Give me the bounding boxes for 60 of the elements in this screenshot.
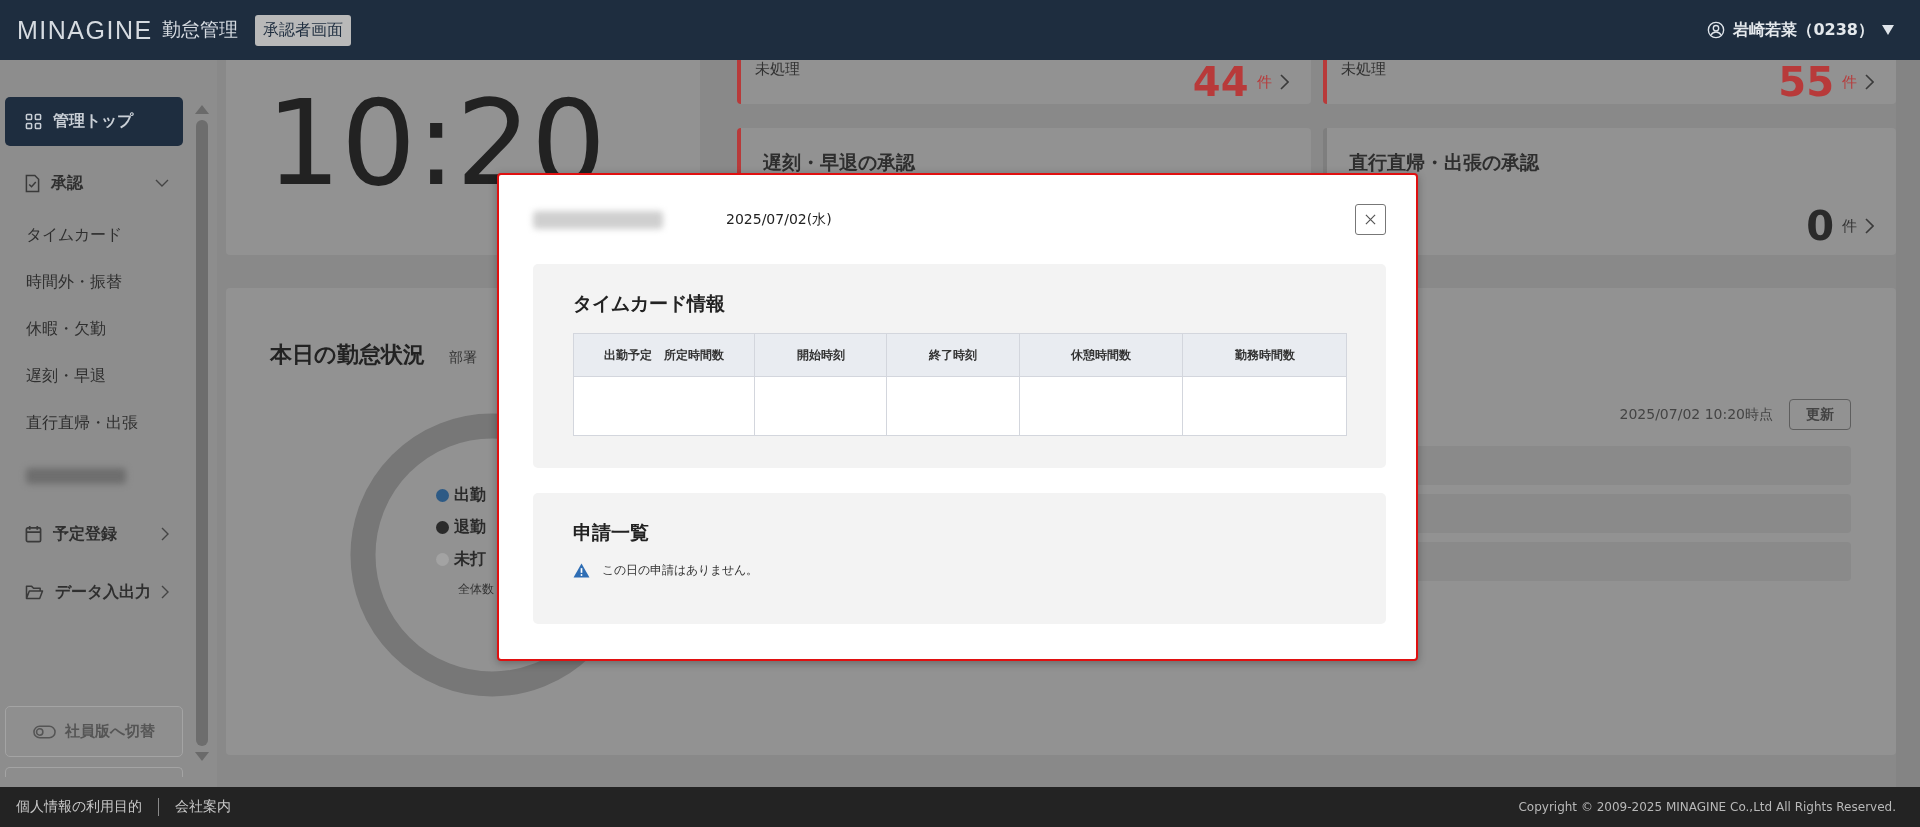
chevron-right-icon <box>1279 74 1289 90</box>
panel-title: 申請一覧 <box>573 520 650 545</box>
refresh-button[interactable]: 更新 <box>1789 399 1851 430</box>
sidebar-item[interactable]: タイムカード <box>5 212 183 259</box>
column-header: 出勤予定 所定時間数 <box>573 333 755 377</box>
user-name[interactable]: 岩崎若菜（0238） <box>1733 19 1874 41</box>
empty-notice: この日の申請はありません。 <box>602 562 758 579</box>
warning-icon <box>573 563 590 578</box>
card-title: 遅刻・早退の承認 <box>763 150 917 175</box>
sidebar-item[interactable]: 予定登録 <box>5 505 183 563</box>
app-name: 勤怠管理 <box>161 17 238 42</box>
dialog-date: 2025/07/02(水) <box>726 210 832 229</box>
sidebar-item[interactable]: 承認 <box>5 154 183 212</box>
sidebar-item[interactable]: 遅刻・早退 <box>5 353 183 400</box>
chevron-right-icon <box>1865 218 1874 234</box>
close-button[interactable] <box>1355 204 1386 235</box>
column-header: 勤務時間数 <box>1182 333 1347 377</box>
sidebar-item[interactable]: データ入出力 <box>5 563 183 621</box>
close-icon <box>1365 214 1376 225</box>
document-check-icon <box>25 173 40 193</box>
updated-time: 2025/07/02 10:20時点 <box>1619 405 1773 424</box>
column-header: 休憩時間数 <box>1019 333 1183 377</box>
copyright-text: Copyright © 2009-2025 MINAGINE Co.,Ltd All Rights Reserved. <box>1518 800 1896 814</box>
scrollbar-thumb[interactable] <box>196 120 208 746</box>
sidebar-item[interactable]: 時間外・振替 <box>5 259 183 306</box>
calendar-icon <box>25 525 42 543</box>
scroll-up-icon[interactable] <box>195 105 209 114</box>
count-number: 0 <box>1806 206 1834 246</box>
count-number: 55 <box>1778 63 1834 101</box>
column-header: 終了時刻 <box>886 333 1020 377</box>
sidebar-item[interactable]: 直行直帰・出張 <box>5 400 183 447</box>
sidebar-item[interactable]: 管理トップ <box>5 97 183 146</box>
card-title: 直行直帰・出張の承認 <box>1348 150 1541 175</box>
sidebar-item[interactable]: 休暇・欠勤 <box>5 306 183 353</box>
chevron-right-icon <box>1865 74 1874 90</box>
grid-icon <box>25 113 42 130</box>
footer-link[interactable]: 会社案内 <box>175 798 231 816</box>
scroll-down-icon[interactable] <box>195 752 209 761</box>
card-label: 未処理 <box>755 60 800 79</box>
caret-icon[interactable] <box>1882 25 1894 35</box>
count-unit: 件 <box>1256 72 1272 92</box>
panel-title: タイムカード情報 <box>573 291 726 316</box>
mode-badge: 承認者画面 <box>254 14 351 46</box>
column-header: 開始時刻 <box>754 333 887 377</box>
card-label: 未処理 <box>1340 60 1386 79</box>
legend-label: 出勤 <box>454 485 486 506</box>
toggle-icon <box>33 724 56 739</box>
total-label: 全体数 <box>458 581 494 598</box>
count-unit: 件 <box>1842 72 1857 92</box>
switch-button[interactable]: 社員版へ切替 <box>5 706 183 757</box>
logo[interactable]: MINAGINE <box>17 15 153 45</box>
user-icon <box>1707 21 1726 39</box>
legend-label: 未打 <box>454 549 486 570</box>
legend-label: 退勤 <box>454 517 486 538</box>
folder-icon <box>25 584 44 600</box>
footer-link[interactable]: 個人情報の利用目的 <box>16 798 142 816</box>
filter-label: 部署 <box>449 349 477 367</box>
count-unit: 件 <box>1842 216 1857 236</box>
count-number: 44 <box>1192 63 1249 101</box>
section-title: 本日の勤怠状況 <box>270 341 425 369</box>
